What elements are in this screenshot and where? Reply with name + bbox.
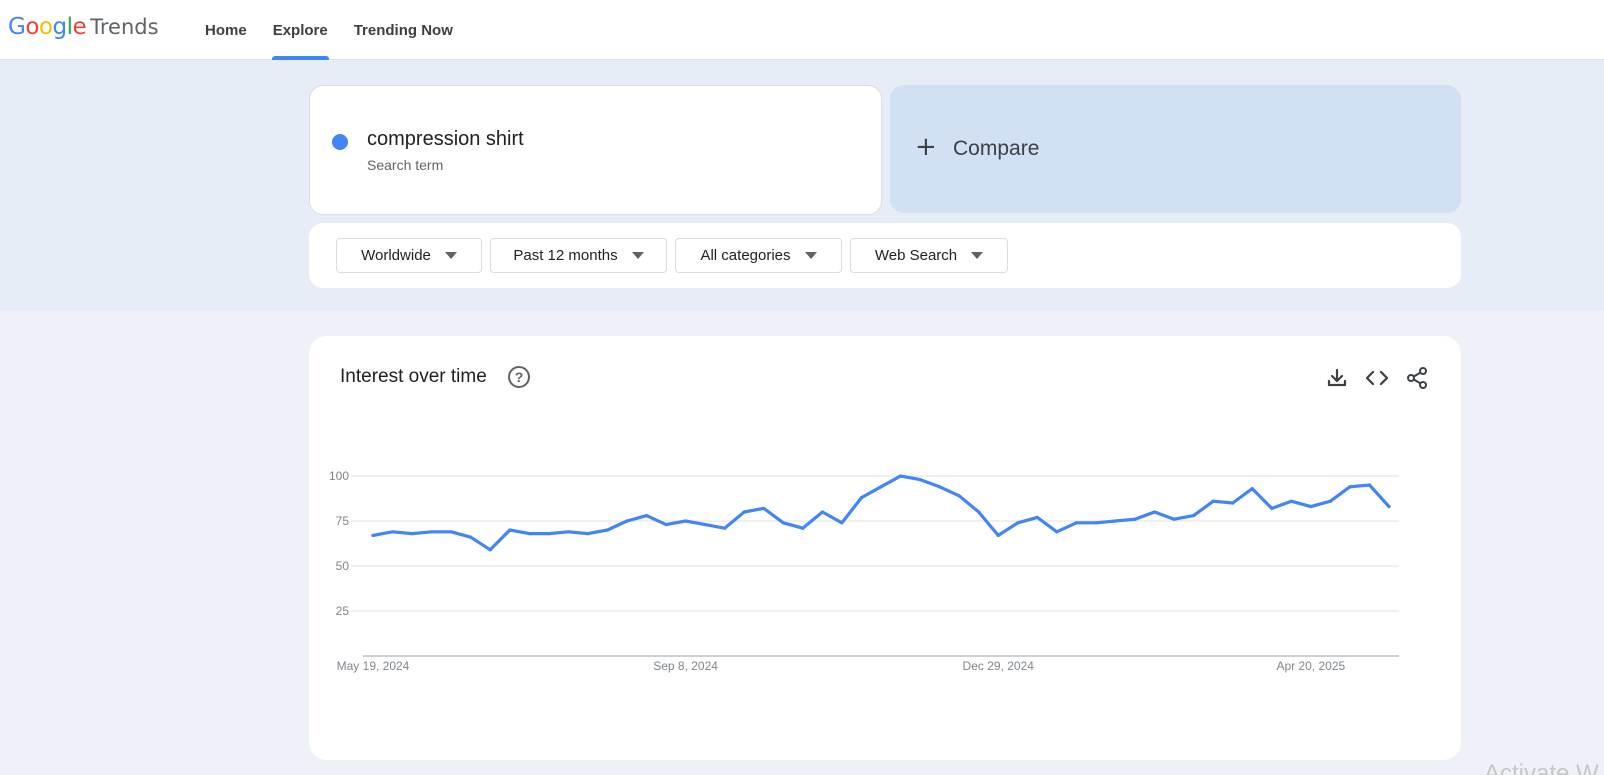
data-point (820, 510, 824, 514)
data-point (938, 485, 942, 489)
data-point (762, 506, 766, 510)
data-point (977, 510, 981, 514)
data-point (586, 532, 590, 536)
data-point (371, 533, 375, 537)
nav-trending-now[interactable]: Trending Now (341, 0, 466, 60)
search-term-type: Search term (367, 157, 444, 173)
data-point (781, 521, 785, 525)
data-point (644, 514, 649, 518)
data-point (664, 523, 668, 527)
data-point (879, 485, 883, 489)
interest-over-time-chart: 100 75 50 25 May 19, 2024 Sep 8, 2024 Dec 29,… (329, 469, 1399, 673)
y-tick-label: 50 (336, 559, 350, 573)
data-point (684, 519, 688, 523)
data-point (1152, 510, 1157, 514)
data-point (742, 510, 746, 514)
nav-explore[interactable]: Explore (260, 0, 341, 60)
data-point (840, 521, 844, 525)
filter-search-type-label: Web Search (874, 247, 958, 264)
data-point (1055, 530, 1059, 534)
data-point (723, 526, 727, 530)
data-point (625, 519, 629, 523)
data-point (508, 528, 512, 532)
data-point (1192, 514, 1196, 518)
data-point (1094, 521, 1098, 525)
y-tick-label: 75 (336, 514, 350, 528)
data-point (605, 528, 610, 532)
filter-category[interactable]: All categories (675, 238, 842, 273)
compare-button[interactable]: + Compare (890, 85, 1461, 213)
data-point (957, 494, 961, 498)
data-point (703, 523, 707, 527)
chart-y-axis: 100 75 50 25 (329, 469, 349, 618)
x-tick-label: Dec 29, 2024 (963, 659, 1035, 673)
dropdown-arrow-icon (444, 252, 457, 259)
main-nav: Home Explore Trending Now (192, 0, 466, 60)
filter-location[interactable]: Worldwide (336, 238, 482, 273)
filter-time-range[interactable]: Past 12 months (490, 238, 667, 273)
filter-time-label: Past 12 months (513, 247, 618, 264)
x-tick-label: May 19, 2024 (337, 659, 410, 673)
data-point (566, 530, 570, 534)
chart-gridlines (351, 475, 1399, 657)
data-point (801, 526, 805, 530)
data-point (859, 496, 864, 500)
filter-bar: Worldwide Past 12 months All categories … (309, 223, 1461, 288)
x-tick-label: Sep 8, 2024 (653, 659, 718, 673)
term-color-dot (332, 134, 348, 150)
data-point (1231, 501, 1235, 505)
chart-x-axis: May 19, 2024 Sep 8, 2024 Dec 29, 2024 Apr 2… (337, 659, 1346, 673)
data-point (1074, 521, 1078, 525)
top-bar: Google Trends Home Explore Trending Now (0, 0, 1604, 60)
data-point (1016, 521, 1020, 525)
data-point (1250, 487, 1254, 491)
trends-wordmark: Trends (90, 15, 159, 39)
filter-location-label: Worldwide (361, 247, 431, 264)
data-point (410, 532, 414, 536)
data-point (1387, 505, 1391, 509)
data-point (1328, 499, 1332, 503)
search-term-card[interactable]: compression shirt Search term (309, 85, 882, 215)
activate-windows-watermark: Activate W (1484, 760, 1599, 775)
chart-series (371, 474, 1391, 552)
y-tick-label: 25 (336, 604, 350, 618)
data-point (1113, 519, 1118, 523)
plus-icon: + (915, 132, 937, 162)
x-tick-label: Apr 20, 2025 (1276, 659, 1345, 673)
data-point (469, 535, 473, 539)
data-point (430, 530, 434, 534)
data-point (547, 532, 551, 536)
data-point (1211, 499, 1215, 503)
dropdown-arrow-icon (631, 252, 644, 259)
data-point (1133, 517, 1137, 521)
data-point (488, 548, 492, 552)
google-trends-logo[interactable]: Google Trends (8, 14, 159, 46)
data-point (1172, 517, 1176, 521)
filter-category-label: All categories (700, 247, 791, 264)
data-point (527, 532, 531, 536)
dropdown-arrow-icon (804, 252, 817, 259)
nav-home[interactable]: Home (192, 0, 260, 60)
data-point (1289, 499, 1293, 503)
data-point (898, 474, 903, 478)
data-point (1270, 506, 1274, 510)
search-term[interactable]: compression shirt (367, 128, 524, 151)
dropdown-arrow-icon (971, 252, 984, 259)
data-point (449, 530, 453, 534)
data-point (918, 478, 922, 482)
y-tick-label: 100 (329, 469, 349, 483)
data-point (1367, 483, 1372, 487)
data-point (1309, 505, 1313, 509)
data-point (1035, 515, 1039, 519)
google-wordmark: Google (8, 14, 87, 40)
filter-search-type[interactable]: Web Search (850, 238, 1008, 273)
data-point (996, 533, 1000, 537)
interest-over-time-card: Interest over time ? 100 75 50 25 May 19, 2… (309, 336, 1461, 760)
data-point (390, 530, 395, 534)
data-point (1348, 485, 1352, 489)
compare-label: Compare (953, 137, 1040, 160)
